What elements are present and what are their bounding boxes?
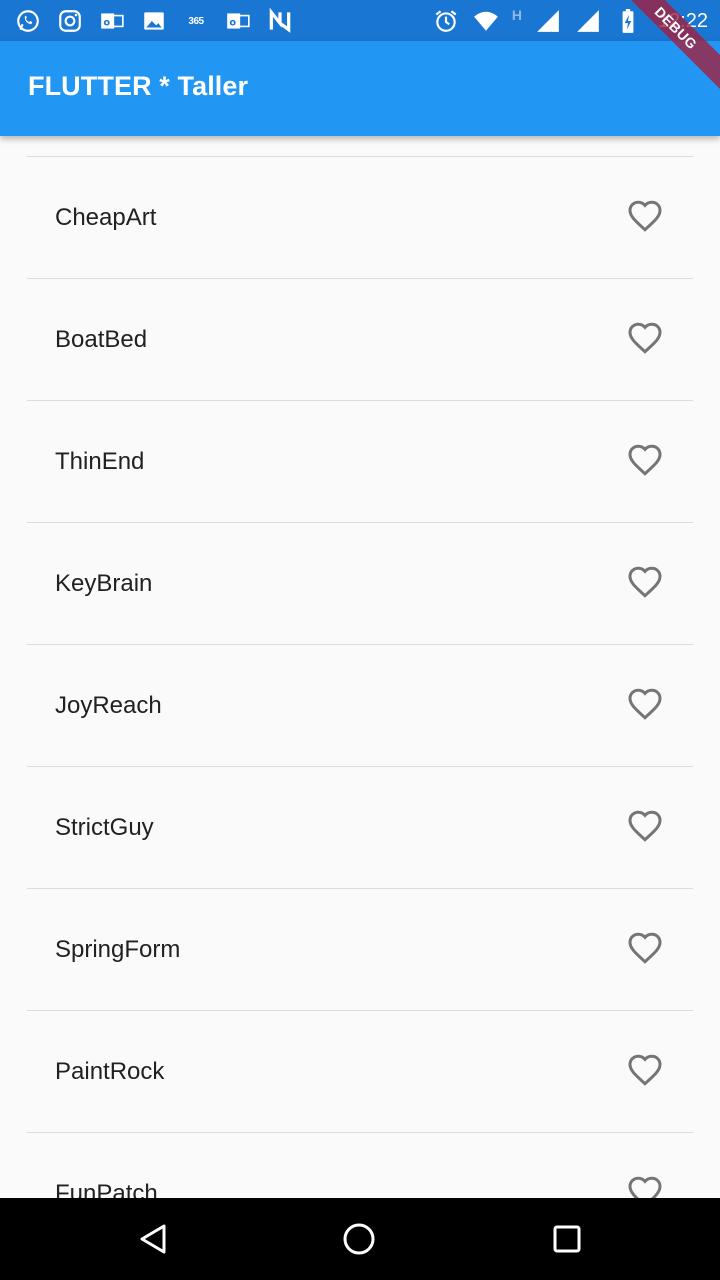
list-item[interactable]: BoatBed	[27, 279, 693, 401]
list-item[interactable]: ThinEnd	[27, 401, 693, 523]
list-item-label: CheapArt	[55, 204, 157, 231]
heart-outline-icon[interactable]	[627, 1175, 663, 1198]
list-item[interactable]: PaintRock	[27, 1011, 693, 1133]
office365-icon: 365	[188, 15, 204, 27]
heart-outline-icon[interactable]	[627, 199, 663, 235]
list-item-label: FunPatch	[55, 1180, 158, 1198]
network-type-label: H	[511, 7, 522, 23]
svg-text:o: o	[103, 17, 110, 28]
home-icon[interactable]	[341, 1221, 377, 1257]
app-bar: FLUTTER * Taller	[0, 41, 720, 136]
list-item[interactable]: SpringForm	[27, 889, 693, 1011]
list-item-label: JoyReach	[55, 692, 162, 719]
wifi-icon	[472, 7, 500, 35]
outlook-icon: o	[224, 7, 252, 35]
heart-outline-icon[interactable]	[627, 565, 663, 601]
app-screen: o 365 o H DEBUG FLUTTER * Taller CheapAr…	[0, 0, 720, 1280]
back-icon[interactable]	[136, 1221, 172, 1257]
battery-charging-icon	[614, 7, 642, 35]
app-title: FLUTTER * Taller	[28, 71, 249, 101]
heart-outline-icon[interactable]	[627, 809, 663, 845]
alarm-icon	[432, 7, 460, 35]
list-item-label: StrictGuy	[55, 814, 154, 841]
list-item[interactable]: KeyBrain	[27, 523, 693, 645]
heart-outline-icon[interactable]	[627, 931, 663, 967]
status-bar: o 365 o H	[0, 0, 720, 41]
signal-icon	[574, 7, 602, 35]
list-item-label: KeyBrain	[55, 570, 153, 597]
word-list[interactable]: CheapArt BoatBed ThinEnd KeyBrain JoyRea	[0, 136, 720, 1198]
signal-icon	[534, 7, 562, 35]
notification-icons: o 365 o	[14, 6, 294, 36]
list-item[interactable]: JoyReach	[27, 645, 693, 767]
heart-outline-icon[interactable]	[627, 687, 663, 723]
list-item-label: ThinEnd	[55, 448, 145, 475]
instagram-icon	[56, 7, 84, 35]
list-item-label: PaintRock	[55, 1058, 165, 1085]
system-nav-bar	[0, 1198, 720, 1280]
list-item[interactable]: CheapArt	[27, 157, 693, 279]
outlook-icon: o	[98, 7, 126, 35]
gallery-icon	[140, 7, 168, 35]
list-item[interactable]: StrictGuy	[27, 767, 693, 889]
svg-text:o: o	[229, 17, 236, 28]
heart-outline-icon[interactable]	[627, 443, 663, 479]
list-item-label: SpringForm	[55, 936, 181, 963]
list-item[interactable]: FunPatch	[27, 1133, 693, 1198]
heart-outline-icon[interactable]	[627, 321, 663, 357]
whatsapp-icon	[14, 7, 42, 35]
heart-outline-icon[interactable]	[627, 1053, 663, 1089]
list-item-label: BoatBed	[55, 326, 148, 353]
recents-icon[interactable]	[549, 1221, 585, 1257]
nfc-icon	[266, 7, 294, 35]
